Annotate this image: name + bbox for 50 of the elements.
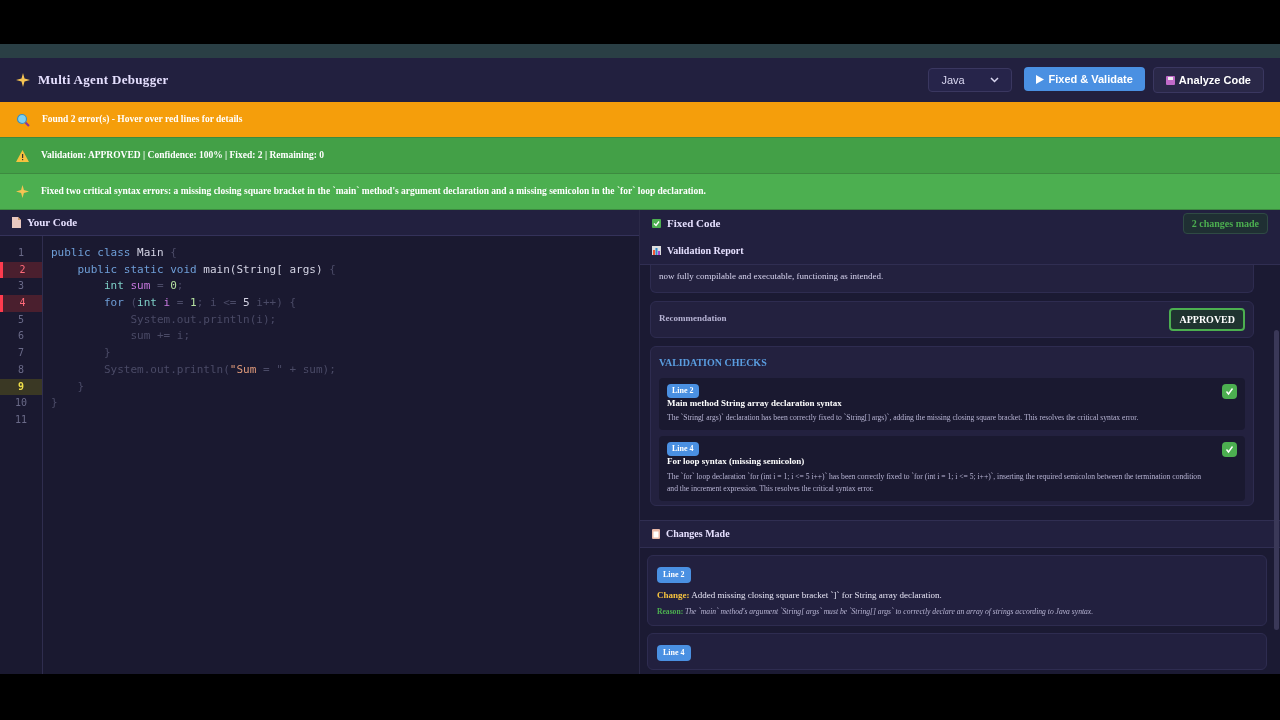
clipboard-icon [652,528,660,539]
code-line: } [76,378,86,395]
app-title: Multi Agent Debugger [38,71,169,90]
line-number: 10 [13,396,28,411]
check-title: Main method String array declaration syntax [667,396,843,410]
change-text: Change: Added missing closing square bracket `]` for String array declaration. [657,588,942,602]
code-line: public class Main { [51,245,178,261]
line-number: 7 [17,346,25,361]
checks-heading: VALIDATION CHECKS [659,355,768,370]
code-line: } [102,345,112,362]
banner-text: Fixed two critical syntax errors: a missing closing square bracket in the `main` method's argument declaration and a missing semicolon in the `for` loop declaration. [41,185,706,199]
line-badge: Line 2 [657,566,691,583]
line-number: 5 [17,312,25,327]
line-number: 2 [0,261,42,279]
summary-text: now fully compilable and executable, functioning as intended. [659,270,885,283]
code-line: } [51,395,59,412]
panel-title: Fixed Code [667,216,721,232]
line-number: 11 [13,412,28,427]
line-number: 8 [17,362,25,377]
line-number: 3 [17,279,25,294]
analyze-button[interactable]: Analyze Code [1152,67,1264,93]
line-badge: Line 4 [667,442,699,456]
code-line: int sum = 0; [102,278,185,295]
approved-badge: APPROVED [1169,307,1245,331]
line-number: 9 [0,378,42,396]
line-number: 1 [17,246,25,260]
changes-count-badge: 2 changes made [1182,213,1268,234]
checkbox-icon [652,219,661,228]
play-icon [1036,74,1045,84]
section-title: Validation Report [667,244,744,258]
document-icon [12,217,21,228]
sparkle-icon [16,185,29,198]
magnifier-icon [16,112,30,127]
check-title: For loop syntax (missing semicolon) [667,455,806,468]
warning-icon [16,149,29,162]
line-number: 4 [0,295,42,312]
bar-chart-icon [652,246,661,255]
chevron-down-icon [990,77,1000,83]
line-number: 6 [17,329,25,344]
line-badge: Line 4 [657,645,691,662]
banner-text: Found 2 error(s) - Hover over red lines for details [42,113,243,127]
line-badge: Line 2 [667,383,699,398]
panel-title: Your Code [27,215,78,231]
section-title: Changes Made [666,527,730,541]
scrollbar[interactable] [1274,330,1279,630]
recommendation-label: Recommendation [659,312,727,326]
banner-text: Validation: APPROVED | Confidence: 100% | Fixed: 2 | Remaining: 0 [41,149,324,163]
sparkle-icon [16,73,30,87]
code-line: public static void main(String[ args) { [76,261,336,278]
language-select[interactable]: Java [928,68,1013,92]
